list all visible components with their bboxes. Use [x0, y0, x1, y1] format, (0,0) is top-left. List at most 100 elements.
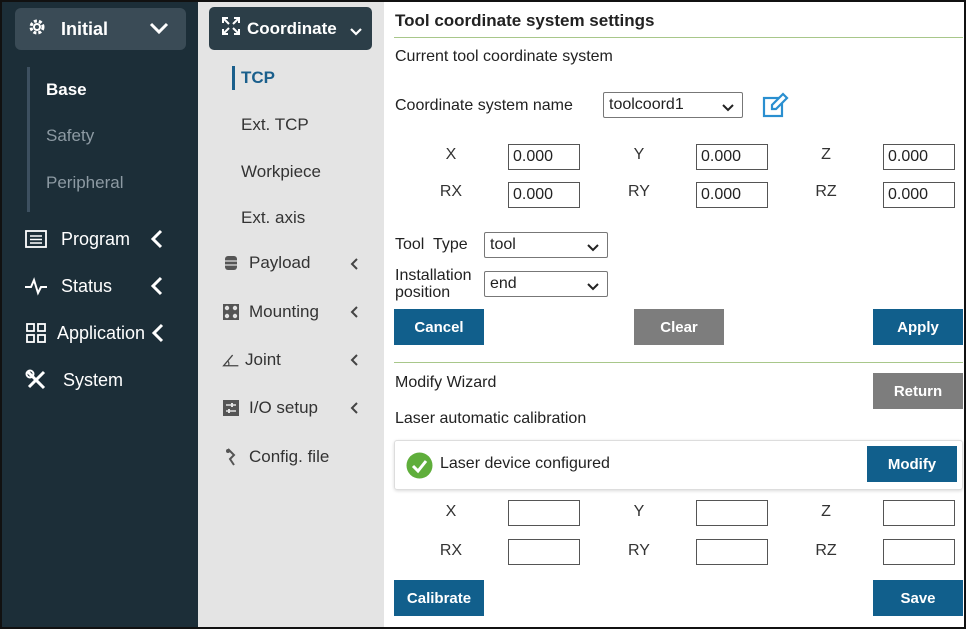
page-title: Tool coordinate system settings — [395, 11, 655, 30]
chevron-down-icon — [722, 100, 734, 118]
sidebar-item-status[interactable]: Status — [24, 274, 112, 298]
coordinate-menu-button[interactable]: Coordinate — [209, 7, 372, 50]
initial-menu-button[interactable]: Initial — [15, 8, 186, 50]
chevron-left-icon — [349, 401, 359, 420]
tool-type-select[interactable]: tool — [484, 232, 608, 258]
sidebar-item-base[interactable]: Base — [46, 80, 87, 100]
coordinate-name-select[interactable]: toolcoord1 — [603, 92, 743, 118]
installation-label-line2: position — [395, 284, 451, 301]
axis-label-z: Z — [821, 146, 831, 163]
clear-button[interactable]: Clear — [634, 309, 724, 345]
subnav-indicator-line — [27, 67, 30, 212]
initial-label: Initial — [61, 18, 109, 39]
modify-wizard-label: Modify Wizard — [395, 374, 497, 391]
sidebar-item-config-file[interactable]: Config. file — [222, 447, 329, 467]
installation-position-select[interactable]: end — [484, 271, 608, 297]
payload-icon — [222, 254, 240, 272]
chevron-down-icon — [148, 18, 170, 43]
sidebar-item-safety[interactable]: Safety — [46, 126, 94, 146]
chevron-left-icon — [349, 257, 359, 276]
axis-label-x: X — [445, 503, 457, 520]
secondary-sidebar: Coordinate TCP Ext. TCP Workpiece Ext. a… — [198, 2, 384, 627]
calib-rz-field[interactable] — [883, 539, 955, 565]
divider — [394, 362, 963, 363]
sidebar-item-peripheral[interactable]: Peripheral — [46, 173, 124, 193]
sidebar-item-payload[interactable]: Payload — [222, 253, 310, 273]
current-coordinate-label: Current tool coordinate system — [395, 48, 613, 65]
sidebar-item-label: System — [63, 369, 124, 390]
tools-icon — [24, 368, 48, 392]
gear-icon — [27, 17, 47, 42]
sidebar-item-ext-tcp[interactable]: Ext. TCP — [241, 115, 309, 135]
installation-position-label: Installation position — [395, 267, 472, 301]
coordinate-name-value: toolcoord1 — [609, 96, 684, 113]
grid-icon — [24, 321, 48, 345]
sidebar-item-label: Application — [57, 322, 146, 343]
laser-calibration-label: Laser automatic calibration — [395, 410, 587, 427]
sidebar-item-mounting[interactable]: Mounting — [222, 302, 319, 322]
axis-label-y: Y — [633, 146, 645, 163]
sidebar-item-program[interactable]: Program — [24, 227, 130, 251]
mounting-icon — [222, 303, 240, 321]
coordinate-name-label: Coordinate system name — [395, 97, 573, 114]
calib-x-field[interactable] — [508, 500, 580, 526]
rz-field[interactable]: 0.000 — [883, 182, 955, 208]
apply-button[interactable]: Apply — [873, 309, 963, 345]
sidebar-item-tcp[interactable]: TCP — [241, 68, 275, 88]
installation-label-line1: Installation — [395, 267, 472, 284]
active-indicator — [232, 66, 235, 90]
chevron-down-icon — [349, 22, 363, 42]
pulse-icon — [24, 274, 48, 298]
sidebar-item-label: Payload — [249, 253, 311, 272]
chevron-down-icon — [587, 279, 599, 297]
chevron-left-icon — [349, 353, 359, 372]
calib-ry-field[interactable] — [696, 539, 768, 565]
coordinate-label: Coordinate — [247, 18, 337, 38]
list-icon — [24, 227, 48, 251]
config-icon — [222, 448, 240, 466]
axis-label-z: Z — [821, 503, 831, 520]
calibrate-button[interactable]: Calibrate — [394, 580, 484, 616]
laser-status-text: Laser device configured — [440, 455, 610, 472]
axis-label-rz: RZ — [815, 183, 837, 200]
sidebar-item-label: Mounting — [249, 302, 319, 321]
calib-rx-field[interactable] — [508, 539, 580, 565]
sidebar-item-ext-axis[interactable]: Ext. axis — [241, 208, 305, 228]
return-button[interactable]: Return — [873, 373, 963, 409]
sidebar-item-workpiece[interactable]: Workpiece — [241, 162, 321, 182]
app-window: Initial Base Safety Peripheral Program S… — [0, 0, 966, 629]
chevron-left-icon — [151, 322, 165, 349]
sidebar-item-label: Status — [61, 275, 113, 296]
cancel-button[interactable]: Cancel — [394, 309, 484, 345]
z-field[interactable]: 0.000 — [883, 144, 955, 170]
chevron-left-icon — [349, 305, 359, 324]
chevron-down-icon — [587, 240, 599, 258]
sidebar-item-io-setup[interactable]: I/O setup — [222, 398, 318, 418]
y-field[interactable]: 0.000 — [696, 144, 768, 170]
axis-label-rx: RX — [439, 542, 463, 559]
tool-type-label: Tool Type — [395, 236, 468, 253]
axis-label-rz: RZ — [815, 542, 837, 559]
axis-label-ry: RY — [628, 183, 650, 200]
calib-y-field[interactable] — [696, 500, 768, 526]
calib-z-field[interactable] — [883, 500, 955, 526]
rx-field[interactable]: 0.000 — [508, 182, 580, 208]
sidebar-item-label: Config. file — [249, 447, 330, 466]
x-field[interactable]: 0.000 — [508, 144, 580, 170]
left-sidebar: Initial Base Safety Peripheral Program S… — [2, 2, 198, 627]
sidebar-item-application[interactable]: Application — [24, 321, 145, 345]
sidebar-item-system[interactable]: System — [24, 368, 123, 392]
sidebar-item-label: Joint — [245, 350, 281, 369]
sidebar-item-joint[interactable]: Joint — [222, 350, 281, 370]
axis-label-y: Y — [633, 503, 645, 520]
angle-icon — [222, 351, 240, 369]
sidebar-item-label: Program — [61, 228, 131, 249]
ry-field[interactable]: 0.000 — [696, 182, 768, 208]
modify-button[interactable]: Modify — [867, 446, 957, 482]
edit-icon[interactable] — [761, 92, 789, 125]
axis-label-ry: RY — [628, 542, 650, 559]
laser-status-panel: Laser device configured Modify — [394, 440, 963, 490]
chevron-left-icon — [150, 228, 164, 255]
sidebar-item-label: I/O setup — [249, 398, 318, 417]
save-button[interactable]: Save — [873, 580, 963, 616]
